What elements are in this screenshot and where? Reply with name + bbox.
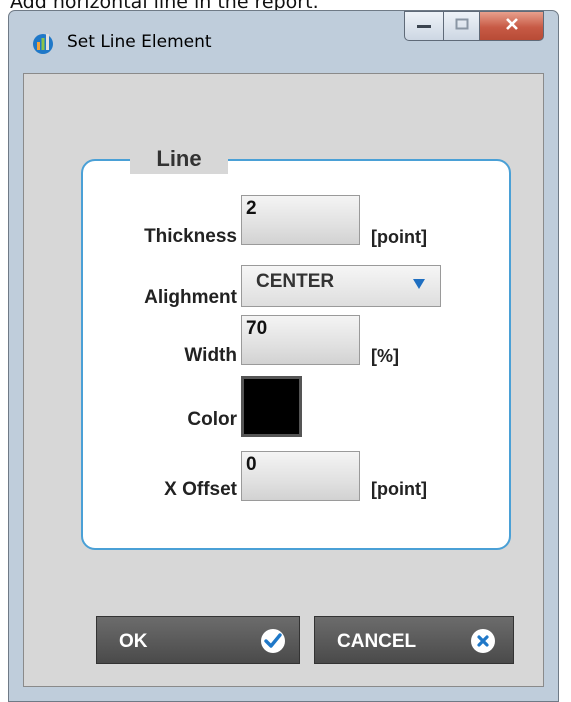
- close-button[interactable]: [480, 11, 544, 41]
- window-controls: [404, 11, 544, 43]
- color-swatch[interactable]: [241, 376, 302, 437]
- alignment-value: CENTER: [256, 271, 335, 292]
- app-chart-icon: [31, 31, 55, 55]
- x-offset-input[interactable]: 0: [241, 451, 360, 501]
- maximize-button[interactable]: [444, 11, 480, 41]
- minimize-icon: [416, 17, 432, 35]
- minimize-button[interactable]: [404, 11, 444, 41]
- group-title: Line: [130, 144, 228, 174]
- cancel-x-icon: [469, 627, 497, 661]
- width-label: Width: [184, 345, 237, 366]
- width-unit: [%]: [371, 346, 399, 366]
- x-offset-unit: [point]: [371, 479, 427, 499]
- x-offset-label: X Offset: [164, 479, 237, 500]
- cancel-button-label: CANCEL: [337, 631, 417, 652]
- thickness-input[interactable]: 2: [241, 195, 360, 245]
- thickness-label: Thickness: [144, 226, 237, 247]
- width-input[interactable]: 70: [241, 315, 360, 365]
- checkmark-icon: [259, 627, 287, 661]
- dialog-body: Line Thickness 2 [point] Alighment CENTE…: [23, 73, 544, 687]
- window-title: Set Line Element: [67, 32, 212, 52]
- ok-button-label: OK: [119, 631, 148, 652]
- alignment-dropdown[interactable]: CENTER: [241, 265, 441, 307]
- ok-button[interactable]: OK: [96, 616, 300, 664]
- close-icon: [504, 17, 520, 36]
- thickness-unit: [point]: [371, 227, 427, 247]
- color-label: Color: [187, 409, 237, 430]
- title-bar[interactable]: Set Line Element: [9, 11, 558, 73]
- maximize-icon: [455, 17, 469, 35]
- cancel-button[interactable]: CANCEL: [314, 616, 514, 664]
- alignment-label: Alighment: [144, 287, 237, 308]
- dropdown-arrow-icon: [412, 277, 426, 295]
- dialog-window: Set Line Element Line Thickness 2 [point…: [8, 10, 559, 702]
